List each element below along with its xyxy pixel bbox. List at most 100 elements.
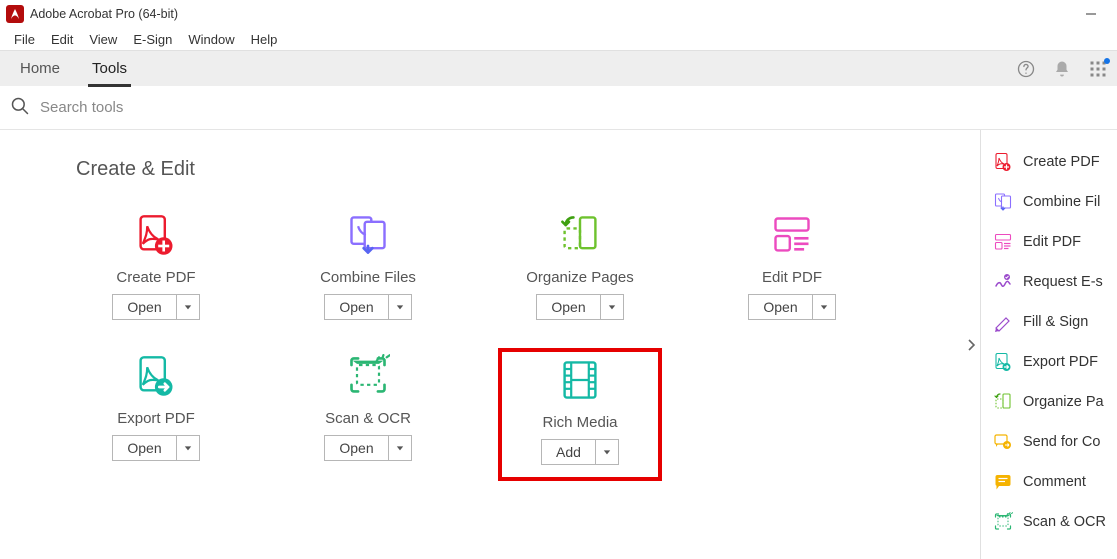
sidebar-item-label: Export PDF: [1023, 354, 1098, 370]
sidebar-item-edit-pdf[interactable]: Edit PDF: [989, 222, 1117, 262]
tool-action-dropdown[interactable]: [601, 295, 623, 319]
tool-card-scan-ocr[interactable]: Scan & OCR Open: [288, 350, 448, 479]
menu-window[interactable]: Window: [180, 30, 242, 49]
send-comments-icon: [993, 432, 1013, 452]
bell-icon[interactable]: [1051, 58, 1073, 80]
sidebar-item-fill-sign[interactable]: Fill & Sign: [989, 302, 1117, 342]
sidebar-item-comment[interactable]: Comment: [989, 462, 1117, 502]
help-icon[interactable]: [1015, 58, 1037, 80]
tool-card-rich-media[interactable]: Rich Media Add: [500, 350, 660, 479]
tool-card-create-pdf[interactable]: Create PDF Open: [76, 209, 236, 324]
request-sign-icon: [993, 272, 1013, 292]
export-pdf-icon: [993, 352, 1013, 372]
tool-action-button[interactable]: Open: [537, 295, 600, 319]
create-pdf-icon: [134, 213, 178, 257]
section-title: Create & Edit: [76, 158, 962, 181]
tab-tools[interactable]: Tools: [82, 51, 137, 86]
tool-label: Organize Pages: [526, 269, 634, 286]
tool-action-button[interactable]: Open: [325, 295, 388, 319]
body: Create & Edit Create PDFOpenCombine File…: [0, 130, 1117, 559]
sidebar-item-organize[interactable]: Organize Pa: [989, 382, 1117, 422]
tool-action-organize-pages: Open: [536, 294, 623, 320]
menu-esign[interactable]: E-Sign: [125, 30, 180, 49]
menubar: File Edit View E-Sign Window Help: [0, 28, 1117, 50]
tool-action-button[interactable]: Open: [113, 295, 176, 319]
minimize-button[interactable]: [1071, 3, 1111, 25]
tool-label: Scan & OCR: [325, 410, 411, 427]
tool-label: Export PDF: [117, 410, 195, 427]
tool-action-dropdown[interactable]: [389, 295, 411, 319]
tool-card-edit-pdf[interactable]: Edit PDFOpen: [712, 209, 872, 324]
sidebar-item-create-pdf[interactable]: Create PDF: [989, 142, 1117, 182]
titlebar-left: Adobe Acrobat Pro (64-bit): [6, 5, 178, 23]
window-title: Adobe Acrobat Pro (64-bit): [30, 7, 178, 21]
tool-label: Rich Media: [542, 414, 617, 431]
sidebar-item-export-pdf[interactable]: Export PDF: [989, 342, 1117, 382]
tool-action-create-pdf: Open: [112, 294, 199, 320]
combine-files-icon: [346, 213, 390, 257]
organize-pages-icon: [558, 213, 602, 257]
tool-action-dropdown[interactable]: [177, 436, 199, 460]
sidebar-item-label: Fill & Sign: [1023, 314, 1088, 330]
tool-action-rich-media: Add: [541, 439, 619, 465]
sidebar-item-label: Scan & OCR: [1023, 514, 1106, 530]
tab-bar-right: [1015, 51, 1109, 86]
tool-action-button[interactable]: Open: [113, 436, 176, 460]
tool-action-button[interactable]: Open: [325, 436, 388, 460]
sidebar-item-label: Request E-s: [1023, 274, 1103, 290]
sidebar-item-request-es[interactable]: Request E-s: [989, 262, 1117, 302]
combine-files-icon: [993, 192, 1013, 212]
comment-icon: [993, 472, 1013, 492]
edit-pdf-icon: [770, 213, 814, 257]
main-panel: Create & Edit Create PDFOpenCombine File…: [0, 130, 962, 559]
tool-action-export-pdf: Open: [112, 435, 199, 461]
apps-grid-icon[interactable]: [1087, 58, 1109, 80]
sidebar-item-label: Edit PDF: [1023, 234, 1081, 250]
side-panel: Create PDF Combine Fil Edit PDF Request E-s…: [980, 130, 1117, 559]
organize-pages-icon: [993, 392, 1013, 412]
tool-action-dropdown[interactable]: [389, 436, 411, 460]
tool-grid: Create PDFOpenCombine FilesOpenOrganize …: [76, 209, 956, 479]
tool-action-scan-ocr: Open: [324, 435, 411, 461]
search-bar: [0, 86, 1117, 130]
tool-label: Combine Files: [320, 269, 416, 286]
menu-view[interactable]: View: [81, 30, 125, 49]
tool-card-organize-pages[interactable]: Organize Pages Open: [500, 209, 660, 324]
tool-action-edit-pdf: Open: [748, 294, 835, 320]
sidebar-item-label: Organize Pa: [1023, 394, 1104, 410]
tool-card-export-pdf[interactable]: Export PDF Open: [76, 350, 236, 479]
collapse-sidebar-button[interactable]: [962, 130, 980, 559]
sidebar-item-label: Create PDF: [1023, 154, 1100, 170]
tool-action-dropdown[interactable]: [596, 440, 618, 464]
scan-ocr-icon: [346, 354, 390, 398]
acrobat-app-icon: [6, 5, 24, 23]
tab-bar-left: Home Tools: [10, 51, 137, 86]
fill-sign-icon: [993, 312, 1013, 332]
menu-help[interactable]: Help: [243, 30, 286, 49]
rich-media-icon: [558, 358, 602, 402]
search-icon: [10, 96, 30, 119]
menu-edit[interactable]: Edit: [43, 30, 81, 49]
search-input[interactable]: [38, 98, 1107, 117]
tool-action-dropdown[interactable]: [813, 295, 835, 319]
scan-ocr-icon: [993, 512, 1013, 532]
sidebar-item-scan-ocr[interactable]: Scan & OCR: [989, 502, 1117, 542]
create-pdf-icon: [993, 152, 1013, 172]
tool-action-dropdown[interactable]: [177, 295, 199, 319]
edit-pdf-icon: [993, 232, 1013, 252]
app-window: Adobe Acrobat Pro (64-bit) File Edit Vie…: [0, 0, 1117, 559]
sidebar-item-label: Combine Fil: [1023, 194, 1100, 210]
sidebar-item-send-comments[interactable]: Send for Co: [989, 422, 1117, 462]
tool-action-button[interactable]: Open: [749, 295, 812, 319]
tab-home[interactable]: Home: [10, 51, 70, 86]
tool-label: Create PDF: [116, 269, 195, 286]
main-scroll[interactable]: Create & Edit Create PDFOpenCombine File…: [0, 130, 962, 559]
sidebar-item-combine[interactable]: Combine Fil: [989, 182, 1117, 222]
tool-card-combine-files[interactable]: Combine Files Open: [288, 209, 448, 324]
tool-action-button[interactable]: Add: [542, 440, 596, 464]
export-pdf-icon: [134, 354, 178, 398]
menu-file[interactable]: File: [6, 30, 43, 49]
tool-action-combine-files: Open: [324, 294, 411, 320]
window-controls: [1071, 3, 1111, 25]
sidebar-item-label: Send for Co: [1023, 434, 1100, 450]
